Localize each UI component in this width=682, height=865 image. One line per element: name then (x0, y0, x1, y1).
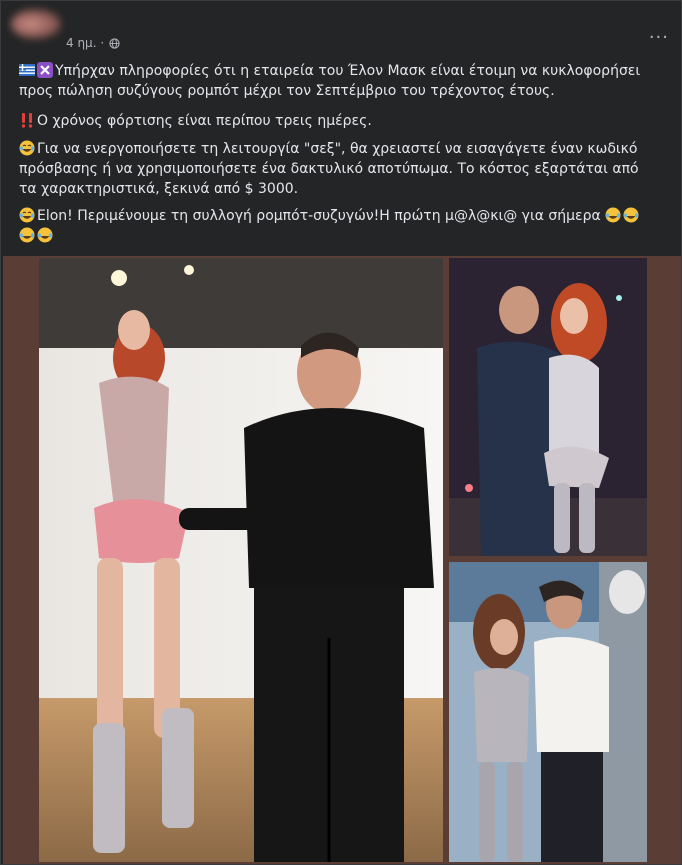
tears-of-joy-icon (19, 227, 35, 243)
post-text-2: Ο χρόνος φόρτισης είναι περίπου τρεις ημ… (37, 113, 372, 129)
greek-flag-icon (19, 64, 35, 76)
post-meta: 4 ημ. · (66, 36, 120, 50)
avatar[interactable] (11, 9, 61, 39)
post-paragraph-3: Για να ενεργοποιήσετε τη λειτουργία "σεξ… (19, 139, 659, 199)
cross-mark-icon (37, 62, 53, 78)
tears-of-joy-icon (19, 140, 35, 156)
dance-photo-main[interactable] (39, 258, 443, 862)
tears-of-joy-icon (605, 207, 621, 223)
more-options-button[interactable]: ··· (649, 27, 669, 48)
post-card: 4 ημ. · ··· Υπήρχαν πληροφορίες ότι η ετ… (0, 0, 682, 865)
post-paragraph-2: Ο χρόνος φόρτισης είναι περίπου τρεις ημ… (19, 111, 659, 131)
post-text-1: Υπήρχαν πληροφορίες ότι η εταιρεία του Έ… (19, 63, 641, 99)
tears-of-joy-icon (37, 227, 53, 243)
post-paragraph-4: Elon! Περιμένουμε τη συλλογή ρομπότ-συζυ… (19, 206, 659, 246)
dance-photo-top-right[interactable] (449, 258, 647, 556)
post-time[interactable]: 4 ημ. · (66, 36, 104, 50)
post-text-3: Για να ενεργοποιήσετε τη λειτουργία "σεξ… (19, 141, 639, 197)
tears-of-joy-icon (623, 207, 639, 223)
post-paragraph-1: Υπήρχαν πληροφορίες ότι η εταιρεία του Έ… (19, 61, 659, 101)
tears-of-joy-icon (19, 207, 35, 223)
dance-photo-bottom-right[interactable] (449, 562, 647, 862)
globe-icon (109, 37, 120, 49)
double-exclamation-icon (21, 113, 33, 128)
post-text-4: Elon! Περιμένουμε τη συλλογή ρομπότ-συζυ… (37, 208, 601, 224)
post-photo-collage[interactable] (3, 256, 681, 864)
